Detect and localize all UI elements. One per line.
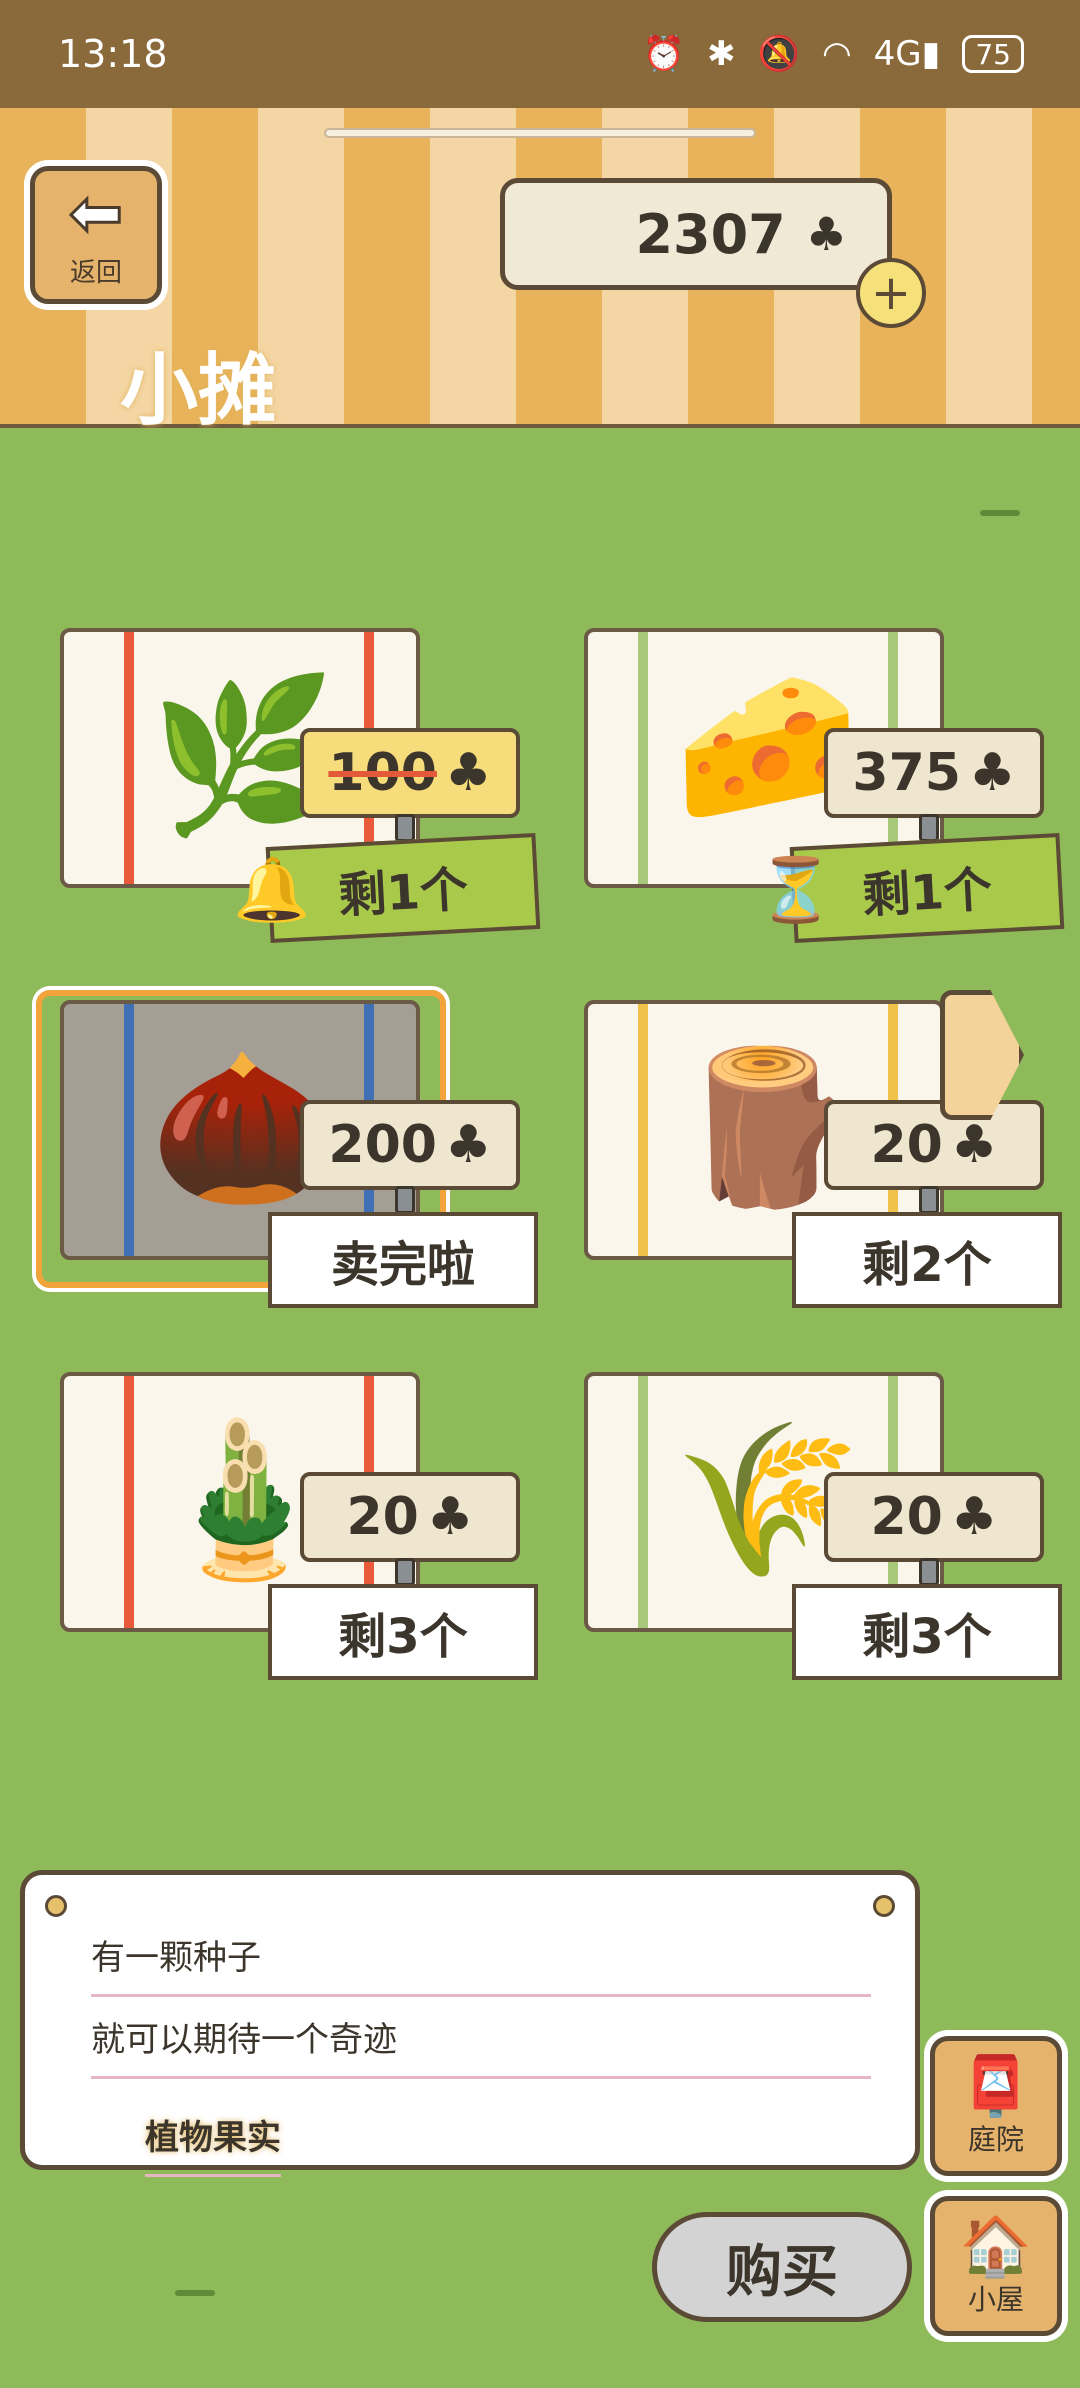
tag-pin	[919, 1186, 939, 1214]
add-clover-button[interactable]: +	[856, 258, 926, 328]
price-value: 375	[852, 743, 961, 803]
tag-pin	[395, 814, 415, 842]
price-tag: 20 ♣	[824, 1100, 1044, 1190]
status-time: 13:18	[58, 32, 168, 76]
price-tag: 200 ♣	[300, 1100, 520, 1190]
tag-pin	[919, 814, 939, 842]
wifi-icon: ◠	[821, 34, 852, 74]
description-title: 植物果实	[145, 2095, 281, 2177]
mailbox-icon: 📮	[959, 2052, 1033, 2120]
house-button[interactable]: 🏠 小屋	[930, 2196, 1062, 2336]
back-button[interactable]: ⬅ 返回	[30, 166, 162, 304]
status-bar: 13:18 ⏰ ✱ 🔕 ◠ 4G▮ 75	[0, 0, 1080, 108]
pin-dot	[45, 1895, 67, 1917]
price-value: 20	[346, 1487, 419, 1547]
clover-icon: ♣	[444, 1115, 492, 1175]
price-tag: 20 ♣	[300, 1472, 520, 1562]
grass-decoration	[175, 2290, 215, 2296]
price-tag: 20 ♣	[824, 1472, 1044, 1562]
bell-icon: 🔔	[233, 853, 311, 926]
shop-item-herb[interactable]: 🌿 100 ♣ 剩1个 🔔	[40, 628, 541, 943]
back-arrow-icon: ⬅	[68, 176, 125, 251]
clover-balance: 2307 ♣	[500, 178, 892, 290]
price-value: 20	[870, 1115, 943, 1175]
clover-icon: ♣	[968, 743, 1016, 803]
yard-label: 庭院	[967, 2123, 1024, 2156]
tag-pin	[395, 1558, 415, 1586]
price-value: 200	[328, 1115, 437, 1175]
clover-icon: ♣	[950, 1115, 998, 1175]
shop-item-cheese[interactable]: 🧀 375 ♣ 剩1个 ⏳	[564, 628, 1065, 943]
shop-item-bamboo[interactable]: 🎍 20 ♣ 剩3个	[40, 1372, 538, 1680]
item-description-panel: 植物果实 有一颗种子 就可以期待一个奇迹	[20, 1870, 920, 2177]
shop-header: ⬅ 返回 2307 ♣ + 小摊	[0, 108, 1080, 436]
signal-4g-icon: 4G▮	[873, 34, 941, 74]
house-icon: 🏠	[959, 2212, 1033, 2280]
clover-icon: ♣	[805, 207, 847, 261]
yard-button[interactable]: 📮 庭院	[930, 2036, 1062, 2176]
mute-icon: 🔕	[757, 34, 800, 74]
clover-icon: ♣	[950, 1487, 998, 1547]
status-icons: ⏰ ✱ 🔕 ◠ 4G▮ 75	[643, 34, 1024, 74]
clover-count: 2307	[635, 202, 786, 266]
clover-icon: ♣	[444, 743, 492, 803]
stock-label: 卖完啦	[268, 1212, 538, 1308]
price-tag: 100 ♣	[300, 728, 520, 818]
price-value: 20	[870, 1487, 943, 1547]
grass-decoration	[980, 510, 1020, 516]
description-line: 有一颗种子	[91, 1915, 871, 1997]
shop-item-straw[interactable]: 🌾 20 ♣ 剩3个	[564, 1372, 1062, 1680]
tag-pin	[395, 1186, 415, 1214]
alarm-icon: ⏰	[642, 34, 686, 74]
price-value: 100	[328, 743, 437, 803]
shop-item-pinecone[interactable]: 🌰 200 ♣ 卖完啦	[40, 1000, 538, 1308]
back-label: 返回	[69, 257, 122, 288]
stock-label: 剩2个	[792, 1212, 1062, 1308]
bluetooth-icon: ✱	[707, 34, 736, 74]
price-tag: 375 ♣	[824, 728, 1044, 818]
battery-level: 75	[975, 37, 1011, 71]
shop-item-log[interactable]: 🪵 20 ♣ 剩2个	[564, 1000, 1062, 1308]
house-label: 小屋	[967, 2283, 1024, 2316]
network-type: 4G	[873, 34, 922, 74]
page-title: 小摊	[120, 346, 277, 436]
clover-icon: ♣	[426, 1487, 474, 1547]
buy-button[interactable]: 购买	[652, 2212, 912, 2322]
tag-pin	[919, 1558, 939, 1586]
stock-label: 剩3个	[268, 1584, 538, 1680]
drag-handle[interactable]	[324, 128, 756, 138]
hourglass-icon: ⏳	[757, 853, 835, 926]
description-line: 就可以期待一个奇迹	[91, 1997, 871, 2079]
stock-label: 剩3个	[792, 1584, 1062, 1680]
pin-dot	[873, 1895, 895, 1917]
battery-icon: 75	[962, 35, 1024, 73]
